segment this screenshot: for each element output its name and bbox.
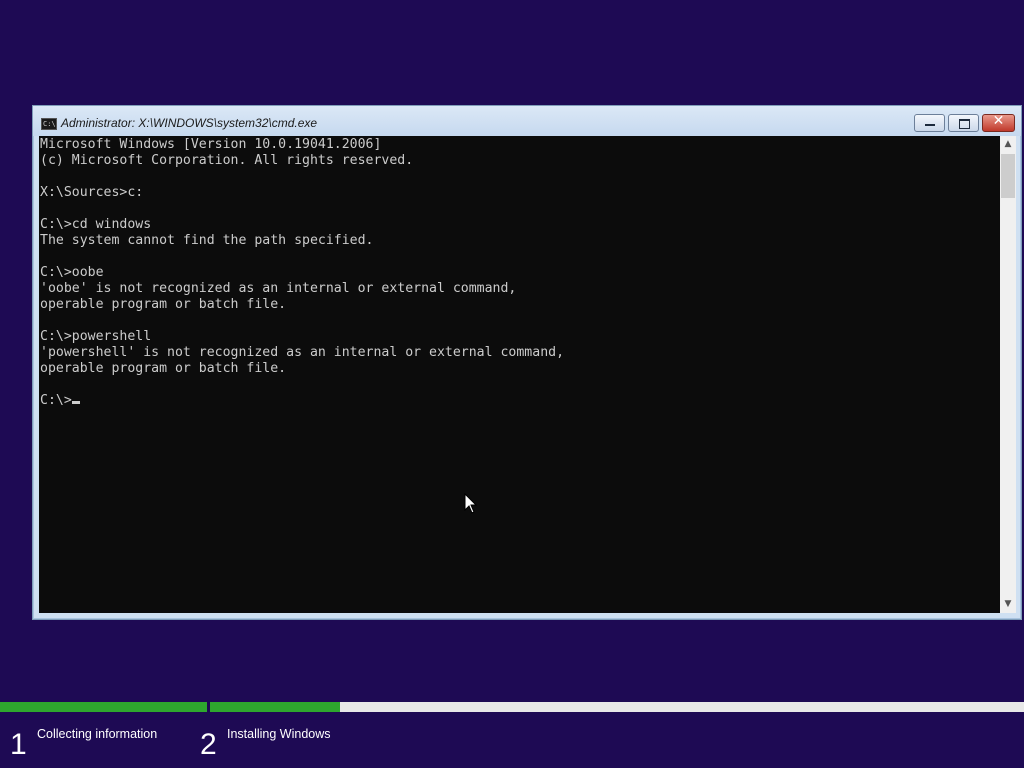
- scroll-up-icon[interactable]: ▲: [1000, 136, 1016, 153]
- maximize-button[interactable]: [948, 114, 979, 132]
- window-title: Administrator: X:\WINDOWS\system32\cmd.e…: [61, 116, 318, 130]
- step-label: Installing Windows: [227, 727, 331, 741]
- maximize-icon: [959, 119, 970, 129]
- title-bar[interactable]: C:\ Administrator: X:\WINDOWS\system32\c…: [33, 106, 1021, 136]
- setup-progress-bar: [0, 702, 1024, 712]
- step-label: Collecting information: [37, 727, 158, 741]
- close-icon: ✕: [992, 113, 1005, 129]
- step-number: 1: [10, 728, 27, 761]
- command-prompt: C:\>: [40, 393, 72, 408]
- minimize-button[interactable]: [914, 114, 945, 132]
- mouse-pointer-icon: [464, 493, 478, 514]
- console-text: Microsoft Windows [Version 10.0.19041.20…: [39, 136, 1000, 409]
- close-button[interactable]: ✕: [982, 113, 1015, 132]
- vertical-scrollbar[interactable]: ▲ ▼: [1000, 136, 1016, 613]
- console-output[interactable]: Microsoft Windows [Version 10.0.19041.20…: [39, 136, 1000, 613]
- minimize-icon: [925, 124, 935, 126]
- console-history: Microsoft Windows [Version 10.0.19041.20…: [40, 137, 565, 376]
- progress-step-1-fill: [0, 702, 207, 712]
- scroll-down-icon[interactable]: ▼: [1000, 596, 1016, 613]
- cmd-icon[interactable]: C:\: [41, 118, 57, 130]
- scrollbar-thumb[interactable]: [1001, 154, 1015, 198]
- progress-step-2-fill: [210, 702, 340, 712]
- step-number: 2: [200, 728, 217, 761]
- text-cursor: [71, 401, 80, 404]
- cmd-window[interactable]: C:\ Administrator: X:\WINDOWS\system32\c…: [32, 105, 1022, 620]
